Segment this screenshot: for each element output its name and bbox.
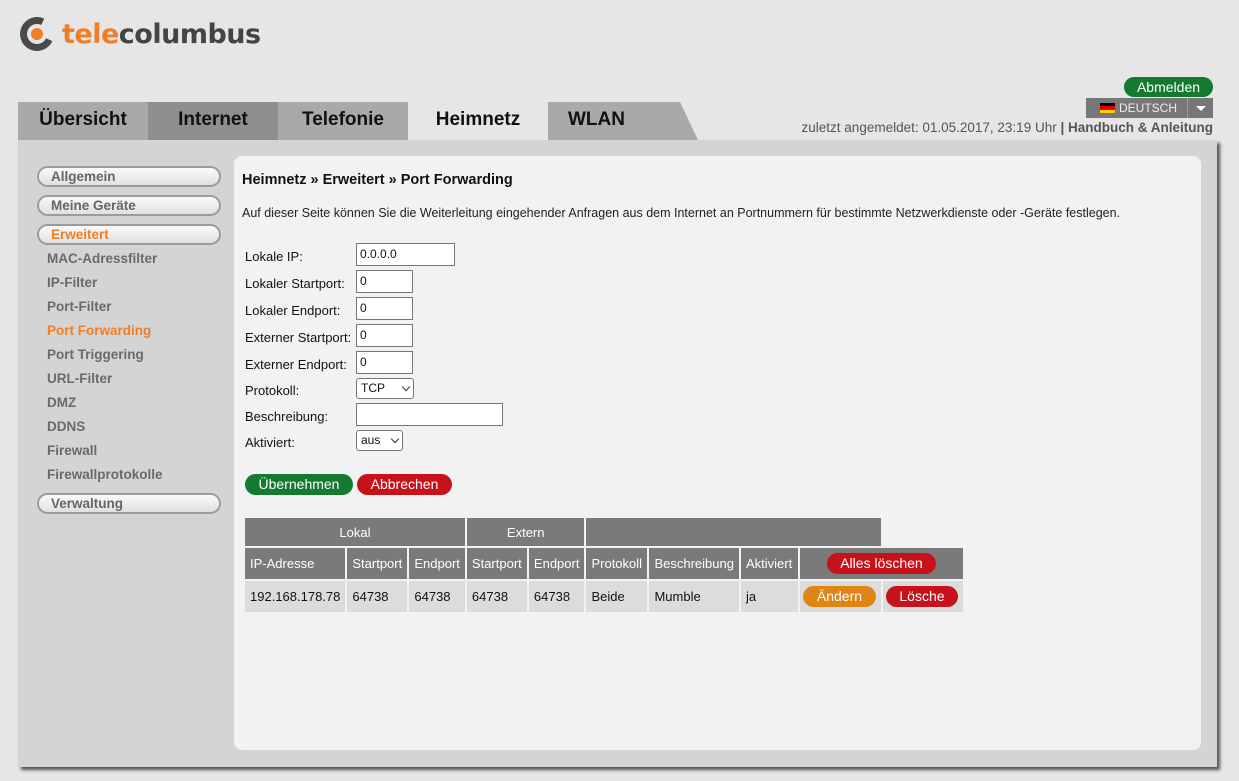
sidebar-item-port-triggering[interactable]: Port Triggering (47, 347, 144, 362)
cell-protocol: Beide (586, 581, 648, 612)
cell-active: ja (740, 581, 798, 612)
active-value: aus (361, 433, 381, 447)
port-forwarding-table: Lokal Extern IP-Adresse Startport Endpor… (243, 516, 965, 614)
col-protocol: Protokoll (586, 548, 648, 579)
logout-button[interactable]: Abmelden (1124, 77, 1213, 97)
table-row: 192.168.178.78 64738 64738 64738 64738 B… (245, 581, 963, 612)
cell-local-endport: 64738 (409, 581, 465, 612)
sidebar-item-dmz[interactable]: DMZ (47, 395, 76, 410)
col-active: Aktiviert (740, 548, 798, 579)
sidebar-item-port-filter[interactable]: Port-Filter (47, 299, 112, 314)
language-label: DEUTSCH (1119, 101, 1178, 115)
delete-all-button[interactable]: Alles löschen (826, 553, 936, 574)
local-startport-input[interactable]: 0 (356, 270, 413, 293)
local-startport-label: Lokaler Startport: (245, 276, 345, 291)
protocol-value: TCP (361, 381, 385, 395)
protocol-label: Protokoll: (245, 383, 300, 398)
local-endport-input[interactable]: 0 (356, 297, 413, 320)
sidebar-item-ip-filter[interactable]: IP-Filter (47, 275, 97, 290)
col-description: Beschreibung (649, 548, 739, 579)
chevron-down-icon (390, 434, 400, 444)
sidebar-section-verwaltung[interactable]: Verwaltung (37, 493, 221, 514)
cell-ext-endport: 64738 (528, 581, 585, 612)
apply-button[interactable]: Übernehmen (245, 474, 353, 495)
col-ext-startport: Startport (466, 548, 527, 579)
sidebar-item-firewallprotokolle[interactable]: Firewallprotokolle (47, 467, 163, 482)
sidebar-item-firewall[interactable]: Firewall (47, 443, 97, 458)
cell-description: Mumble (649, 581, 739, 612)
group-header-lokal: Lokal (245, 518, 465, 546)
sidebar-section-erweitert[interactable]: Erweitert (37, 224, 221, 245)
description-input[interactable] (356, 403, 503, 426)
manual-link[interactable]: Handbuch & Anleitung (1068, 120, 1213, 135)
telecolumbus-logo: telecolumbus (15, 12, 261, 56)
logo-wordmark: telecolumbus (62, 18, 261, 50)
cell-local-startport: 64738 (347, 581, 408, 612)
protocol-select[interactable]: TCP (356, 378, 414, 399)
logo-mark-icon (15, 12, 59, 56)
breadcrumb: Heimnetz » Erweitert » Port Forwarding (242, 172, 513, 188)
external-endport-label: Externer Endport: (245, 357, 347, 372)
cell-ip: 192.168.178.78 (245, 581, 346, 612)
chevron-down-icon (401, 382, 411, 392)
group-header-extern: Extern (466, 518, 585, 546)
last-login-text: zuletzt angemeldet: 01.05.2017, 23:19 Uh… (801, 120, 1057, 135)
edit-button[interactable]: Ändern (802, 586, 876, 607)
cell-delete: Lösche (882, 581, 963, 612)
cell-edit: Ändern (799, 581, 881, 612)
col-local-endport: Endport (409, 548, 465, 579)
tab-heimnetz[interactable]: Heimnetz (408, 102, 548, 140)
active-select[interactable]: aus (356, 430, 403, 451)
tab-uebersicht[interactable]: Übersicht (18, 102, 148, 140)
group-header-empty (586, 518, 881, 546)
external-endport-input[interactable]: 0 (356, 351, 413, 374)
cancel-button[interactable]: Abbrechen (357, 474, 452, 495)
col-ip-address: IP-Adresse (245, 548, 346, 579)
sidebar-item-mac-adressfilter[interactable]: MAC-Adressfilter (47, 251, 157, 266)
page-description: Auf dieser Seite können Sie die Weiterle… (242, 206, 1121, 220)
sidebar-section-meine-geraete[interactable]: Meine Geräte (37, 195, 221, 216)
active-label: Aktiviert: (245, 435, 295, 450)
col-local-startport: Startport (347, 548, 408, 579)
sidebar-item-ddns[interactable]: DDNS (47, 419, 85, 434)
local-endport-label: Lokaler Endport: (245, 303, 341, 318)
sidebar-section-allgemein[interactable]: Allgemein (37, 166, 221, 187)
external-startport-label: Externer Startport: (245, 330, 352, 345)
col-actions: Alles löschen (799, 548, 963, 579)
language-select[interactable]: DEUTSCH (1086, 98, 1213, 118)
sidebar-item-url-filter[interactable]: URL-Filter (47, 371, 112, 386)
col-ext-endport: Endport (528, 548, 585, 579)
main-tabs: Übersicht Internet Telefonie Heimnetz WL… (18, 102, 698, 140)
caret-down-icon (1195, 105, 1206, 111)
language-dropdown-toggle[interactable] (1187, 98, 1213, 118)
tab-telefonie[interactable]: Telefonie (278, 102, 408, 140)
cell-ext-startport: 64738 (466, 581, 527, 612)
german-flag-icon (1100, 103, 1115, 113)
local-ip-input[interactable]: 0.0.0.0 (356, 243, 455, 266)
description-label: Beschreibung: (245, 409, 329, 424)
tab-internet[interactable]: Internet (148, 102, 278, 140)
sidebar-item-port-forwarding[interactable]: Port Forwarding (47, 323, 151, 338)
external-startport-input[interactable]: 0 (356, 324, 413, 347)
local-ip-label: Lokale IP: (245, 249, 303, 264)
last-login-info: zuletzt angemeldet: 01.05.2017, 23:19 Uh… (801, 120, 1213, 135)
tab-wlan[interactable]: WLAN (548, 102, 698, 140)
delete-button[interactable]: Lösche (885, 586, 958, 607)
